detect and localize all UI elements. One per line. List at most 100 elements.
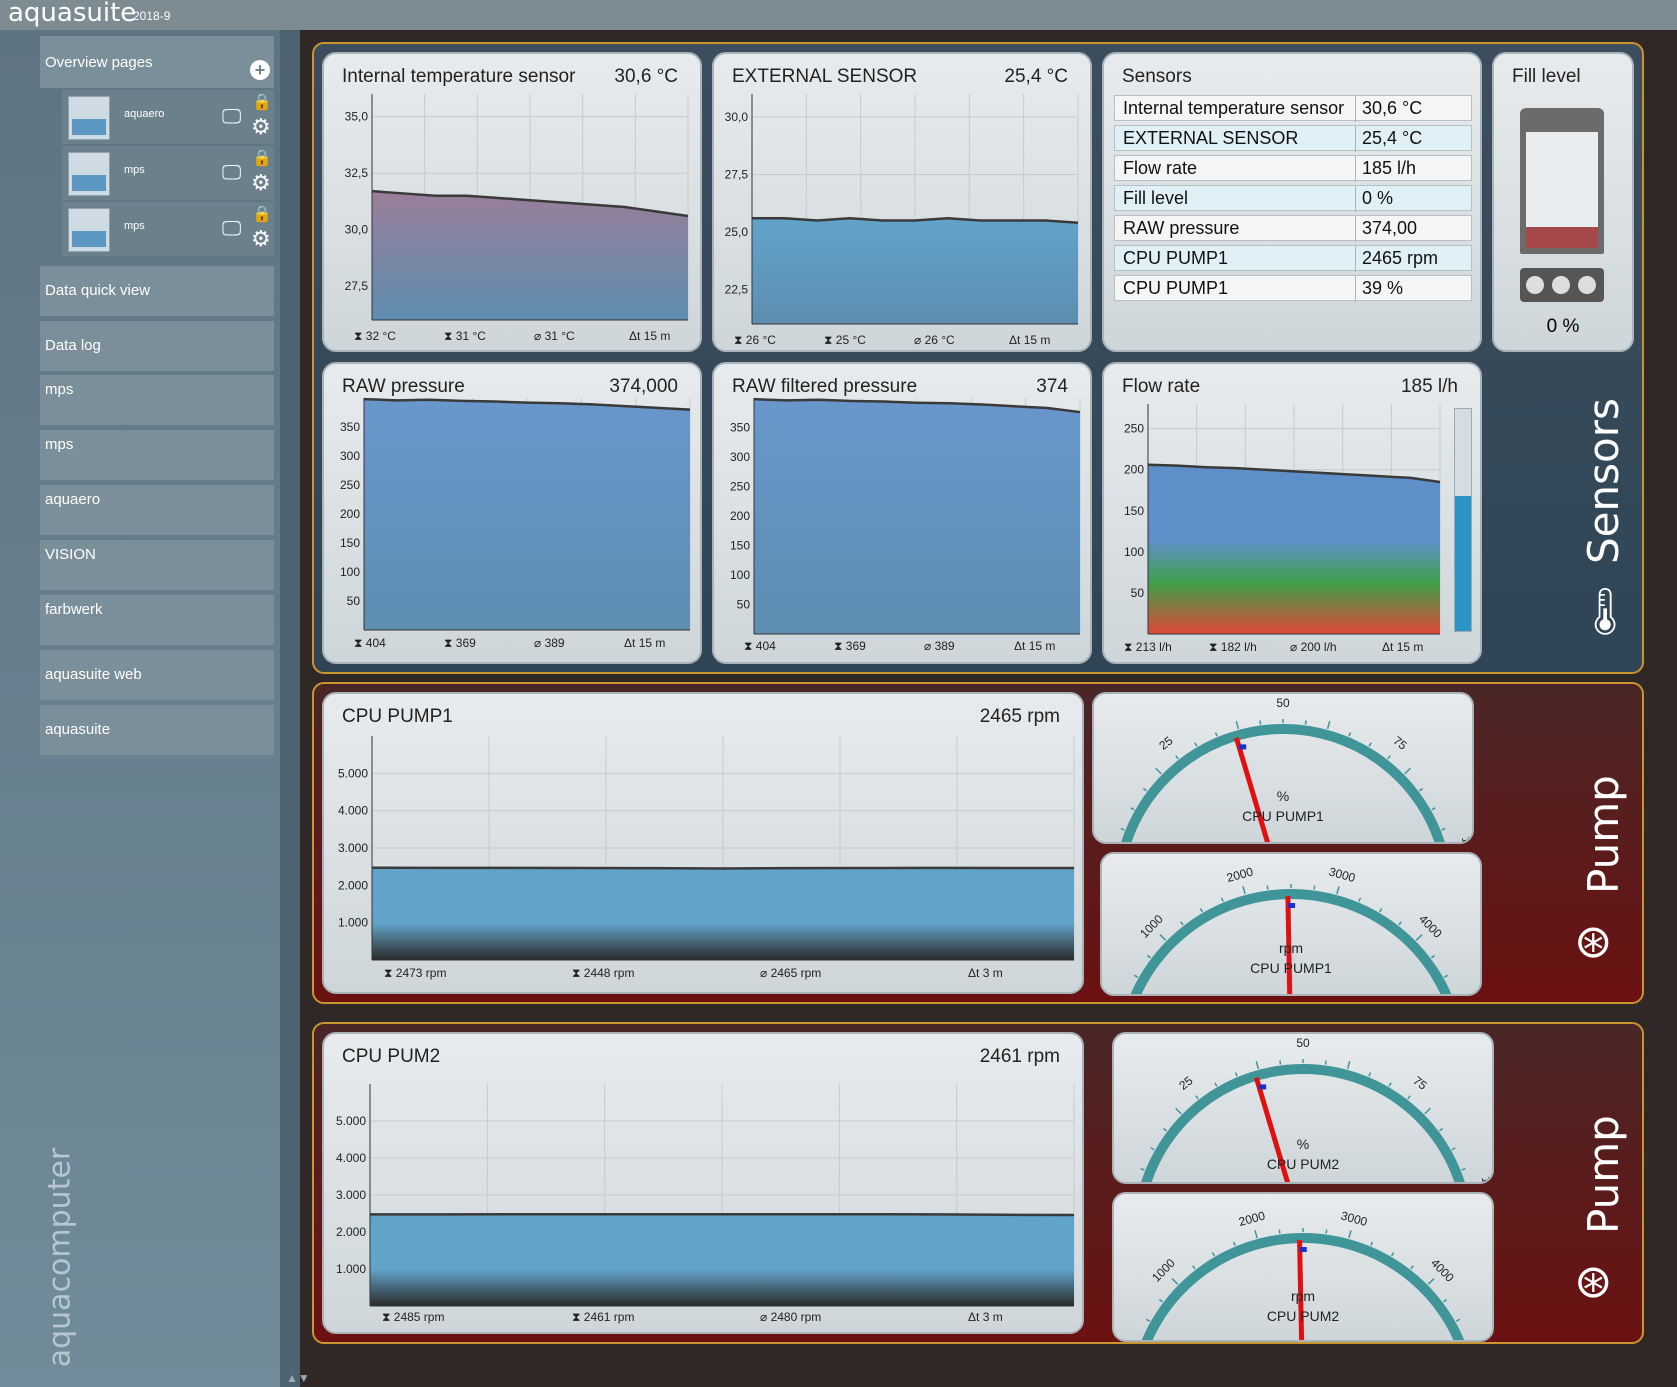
stat-value: 3 m — [982, 966, 1003, 980]
nav-label: farbwerk — [45, 601, 103, 618]
brand-logo: aquacomputer — [42, 1147, 78, 1368]
stat-avg: ⌀ 26 °C — [914, 333, 955, 347]
sidebar-scrollbar[interactable] — [280, 30, 300, 1387]
sensor-row[interactable]: Internal temperature sensor 30,6 °C — [1114, 95, 1472, 122]
gear-icon[interactable]: ⚙ — [251, 170, 271, 196]
chart-panel-external-sensor[interactable]: EXTERNAL SENSOR 25,4 °C 30,0 27,5 25,0 22,5… — [712, 52, 1092, 352]
gauge-panel-pump2-percent[interactable]: 0255075100 % CPU PUM2 — [1112, 1032, 1494, 1184]
gauge-panel-pump2-rpm[interactable]: 010002000300040005000 rpm CPU PUM2 — [1112, 1192, 1494, 1342]
nav-aquaero[interactable]: aquaero — [40, 485, 274, 535]
sensor-value: 2465 rpm — [1355, 246, 1438, 272]
monitor-icon[interactable]: 🖵 — [222, 162, 241, 185]
sensor-row[interactable]: CPU PUMP1 39 % — [1114, 275, 1472, 302]
reservoir-fill — [1526, 227, 1598, 248]
page-entry[interactable]: aquaero 🖵 🔒 ⚙ — [62, 90, 274, 144]
monitor-icon[interactable]: 🖵 — [222, 218, 241, 241]
gauge-tick — [1348, 1230, 1352, 1239]
nav-overview-pages[interactable]: Overview pages + — [40, 36, 274, 88]
stat-range: Δt 15 m — [1382, 640, 1424, 654]
group-title: Pump — [1579, 1115, 1628, 1234]
monitor-icon[interactable]: 🖵 — [222, 106, 241, 129]
nav-aquasuite-web[interactable]: aquasuite web — [40, 650, 274, 700]
stat-value: 389 — [544, 636, 565, 650]
gear-icon[interactable]: ⚙ — [251, 114, 271, 140]
chart-panel-raw-pressure[interactable]: RAW pressure 374,000 350 300 250 200 150 100 5… — [322, 362, 702, 664]
gauge-tick — [1195, 1095, 1199, 1100]
nav-mps[interactable]: mps — [40, 375, 274, 425]
gauge-marker — [1239, 744, 1247, 750]
stat-max: ⧗ 213 l/h — [1124, 640, 1172, 654]
nav-data-log[interactable]: Data log — [40, 321, 274, 371]
gauge-tick — [1324, 1060, 1327, 1065]
gauge-tick — [1279, 1060, 1282, 1065]
stat-avg: ⌀ 31 °C — [534, 329, 575, 343]
gauge-label: CPU PUMP1 — [1242, 808, 1324, 824]
gauge-tick — [1326, 721, 1331, 730]
gauge-tick — [1443, 974, 1449, 978]
nav-label: VISION — [45, 546, 96, 563]
lock-icon[interactable]: 🔒 — [252, 92, 272, 112]
flow-level-bar — [1454, 408, 1472, 632]
gauge-tick — [1325, 1229, 1328, 1234]
gauge-tick — [1407, 1095, 1411, 1100]
sensor-row[interactable]: Flow rate 185 l/h — [1114, 155, 1472, 182]
gauge-panel-pump1-rpm[interactable]: 010002000300040005000 rpm CPU PUMP1 — [1100, 852, 1482, 996]
stat-value: 2448 rpm — [583, 966, 635, 980]
area-series — [364, 399, 690, 630]
gauge-tick-label: 50 — [1276, 696, 1290, 710]
sensor-name: Fill level — [1123, 188, 1189, 208]
lock-icon[interactable]: 🔒 — [252, 148, 272, 168]
gauge-tick — [1348, 732, 1352, 737]
chart-svg: 35,0 32,5 30,0 27,5 — [345, 94, 689, 321]
chart-panel-cpu-pump2[interactable]: CPU PUM2 2461 rpm 5.000 4.000 3.000 2.000 1.… — [322, 1032, 1084, 1334]
stat-range: Δt 15 m — [629, 329, 671, 343]
page-entry[interactable]: mps 🖵 🔒 ⚙ — [62, 146, 274, 200]
nav-mps[interactable]: mps — [40, 430, 274, 480]
lock-icon[interactable]: 🔒 — [252, 204, 272, 224]
gauge-panel-pump1-percent[interactable]: 0255075100 % CPU PUMP1 — [1092, 692, 1474, 844]
gauge-marker — [1259, 1084, 1267, 1090]
stat-value: 2473 rpm — [395, 966, 447, 980]
sensor-row[interactable]: EXTERNAL SENSOR 25,4 °C — [1114, 125, 1472, 152]
gauge-tick — [1418, 787, 1424, 792]
gauge-tick — [1171, 1278, 1179, 1285]
gauge-tick — [1278, 1229, 1281, 1234]
chart-panel-flow-rate[interactable]: Flow rate 185 l/h 250 200 150 100 50 ⧗ 213 l… — [1102, 362, 1482, 664]
stat-min: ⧗ 369 — [444, 636, 476, 650]
gauge-tick — [1388, 1082, 1392, 1087]
gauge-tick — [1220, 897, 1224, 902]
gauge-tick — [1455, 1318, 1461, 1322]
y-tick-label: 250 — [1124, 422, 1144, 436]
gear-icon[interactable]: ⚙ — [251, 226, 271, 252]
add-page-icon[interactable]: + — [250, 60, 270, 80]
stat-value: 15 m — [1028, 639, 1056, 653]
sensor-row[interactable]: Fill level 0 % — [1114, 185, 1472, 212]
chart-panel-raw-filtered-pressure[interactable]: RAW filtered pressure 374 350 300 250 200 15… — [712, 362, 1092, 664]
chart-panel-cpu-pump1[interactable]: CPU PUMP1 2465 rpm 5.000 4.000 3.000 2.000 1… — [322, 692, 1084, 994]
chart-panel-internal-temperature[interactable]: Internal temperature sensor 30,6 °C 35,0… — [322, 52, 702, 352]
nav-vision[interactable]: VISION — [40, 540, 274, 590]
gauge-tick — [1232, 1241, 1236, 1246]
stat-range: Δt 3 m — [968, 1310, 1003, 1324]
stat-max: ⧗ 26 °C — [734, 333, 776, 347]
app-title: aquasuite — [8, 0, 137, 28]
stat-min: ⧗ 25 °C — [824, 333, 866, 347]
gauge-tick-label: 50 — [1296, 1036, 1310, 1050]
sensor-name: Internal temperature sensor — [1123, 98, 1345, 118]
stat-avg: ⌀ 389 — [534, 636, 565, 650]
page-entry[interactable]: mps 🖵 🔒 ⚙ — [62, 202, 274, 256]
panel-title: Sensors — [1122, 66, 1192, 87]
stat-value: 213 l/h — [1135, 640, 1172, 654]
page-name: aquaero — [124, 108, 165, 120]
sensor-row[interactable]: RAW pressure 374,00 — [1114, 215, 1472, 242]
nav-label: mps — [45, 381, 74, 398]
nav-farbwerk[interactable]: farbwerk — [40, 595, 274, 645]
nav-aquasuite[interactable]: aquasuite — [40, 705, 274, 755]
y-tick-label: 30,0 — [725, 110, 749, 124]
sensor-row[interactable]: CPU PUMP1 2465 rpm — [1114, 245, 1472, 272]
reservoir-glass — [1526, 132, 1598, 248]
sensor-name: EXTERNAL SENSOR — [1123, 128, 1299, 148]
y-tick-label: 150 — [340, 536, 360, 550]
scroll-down-arrow-icon[interactable]: ▲▼ — [286, 1371, 310, 1385]
nav-data-quick-view[interactable]: Data quick view — [40, 266, 274, 316]
